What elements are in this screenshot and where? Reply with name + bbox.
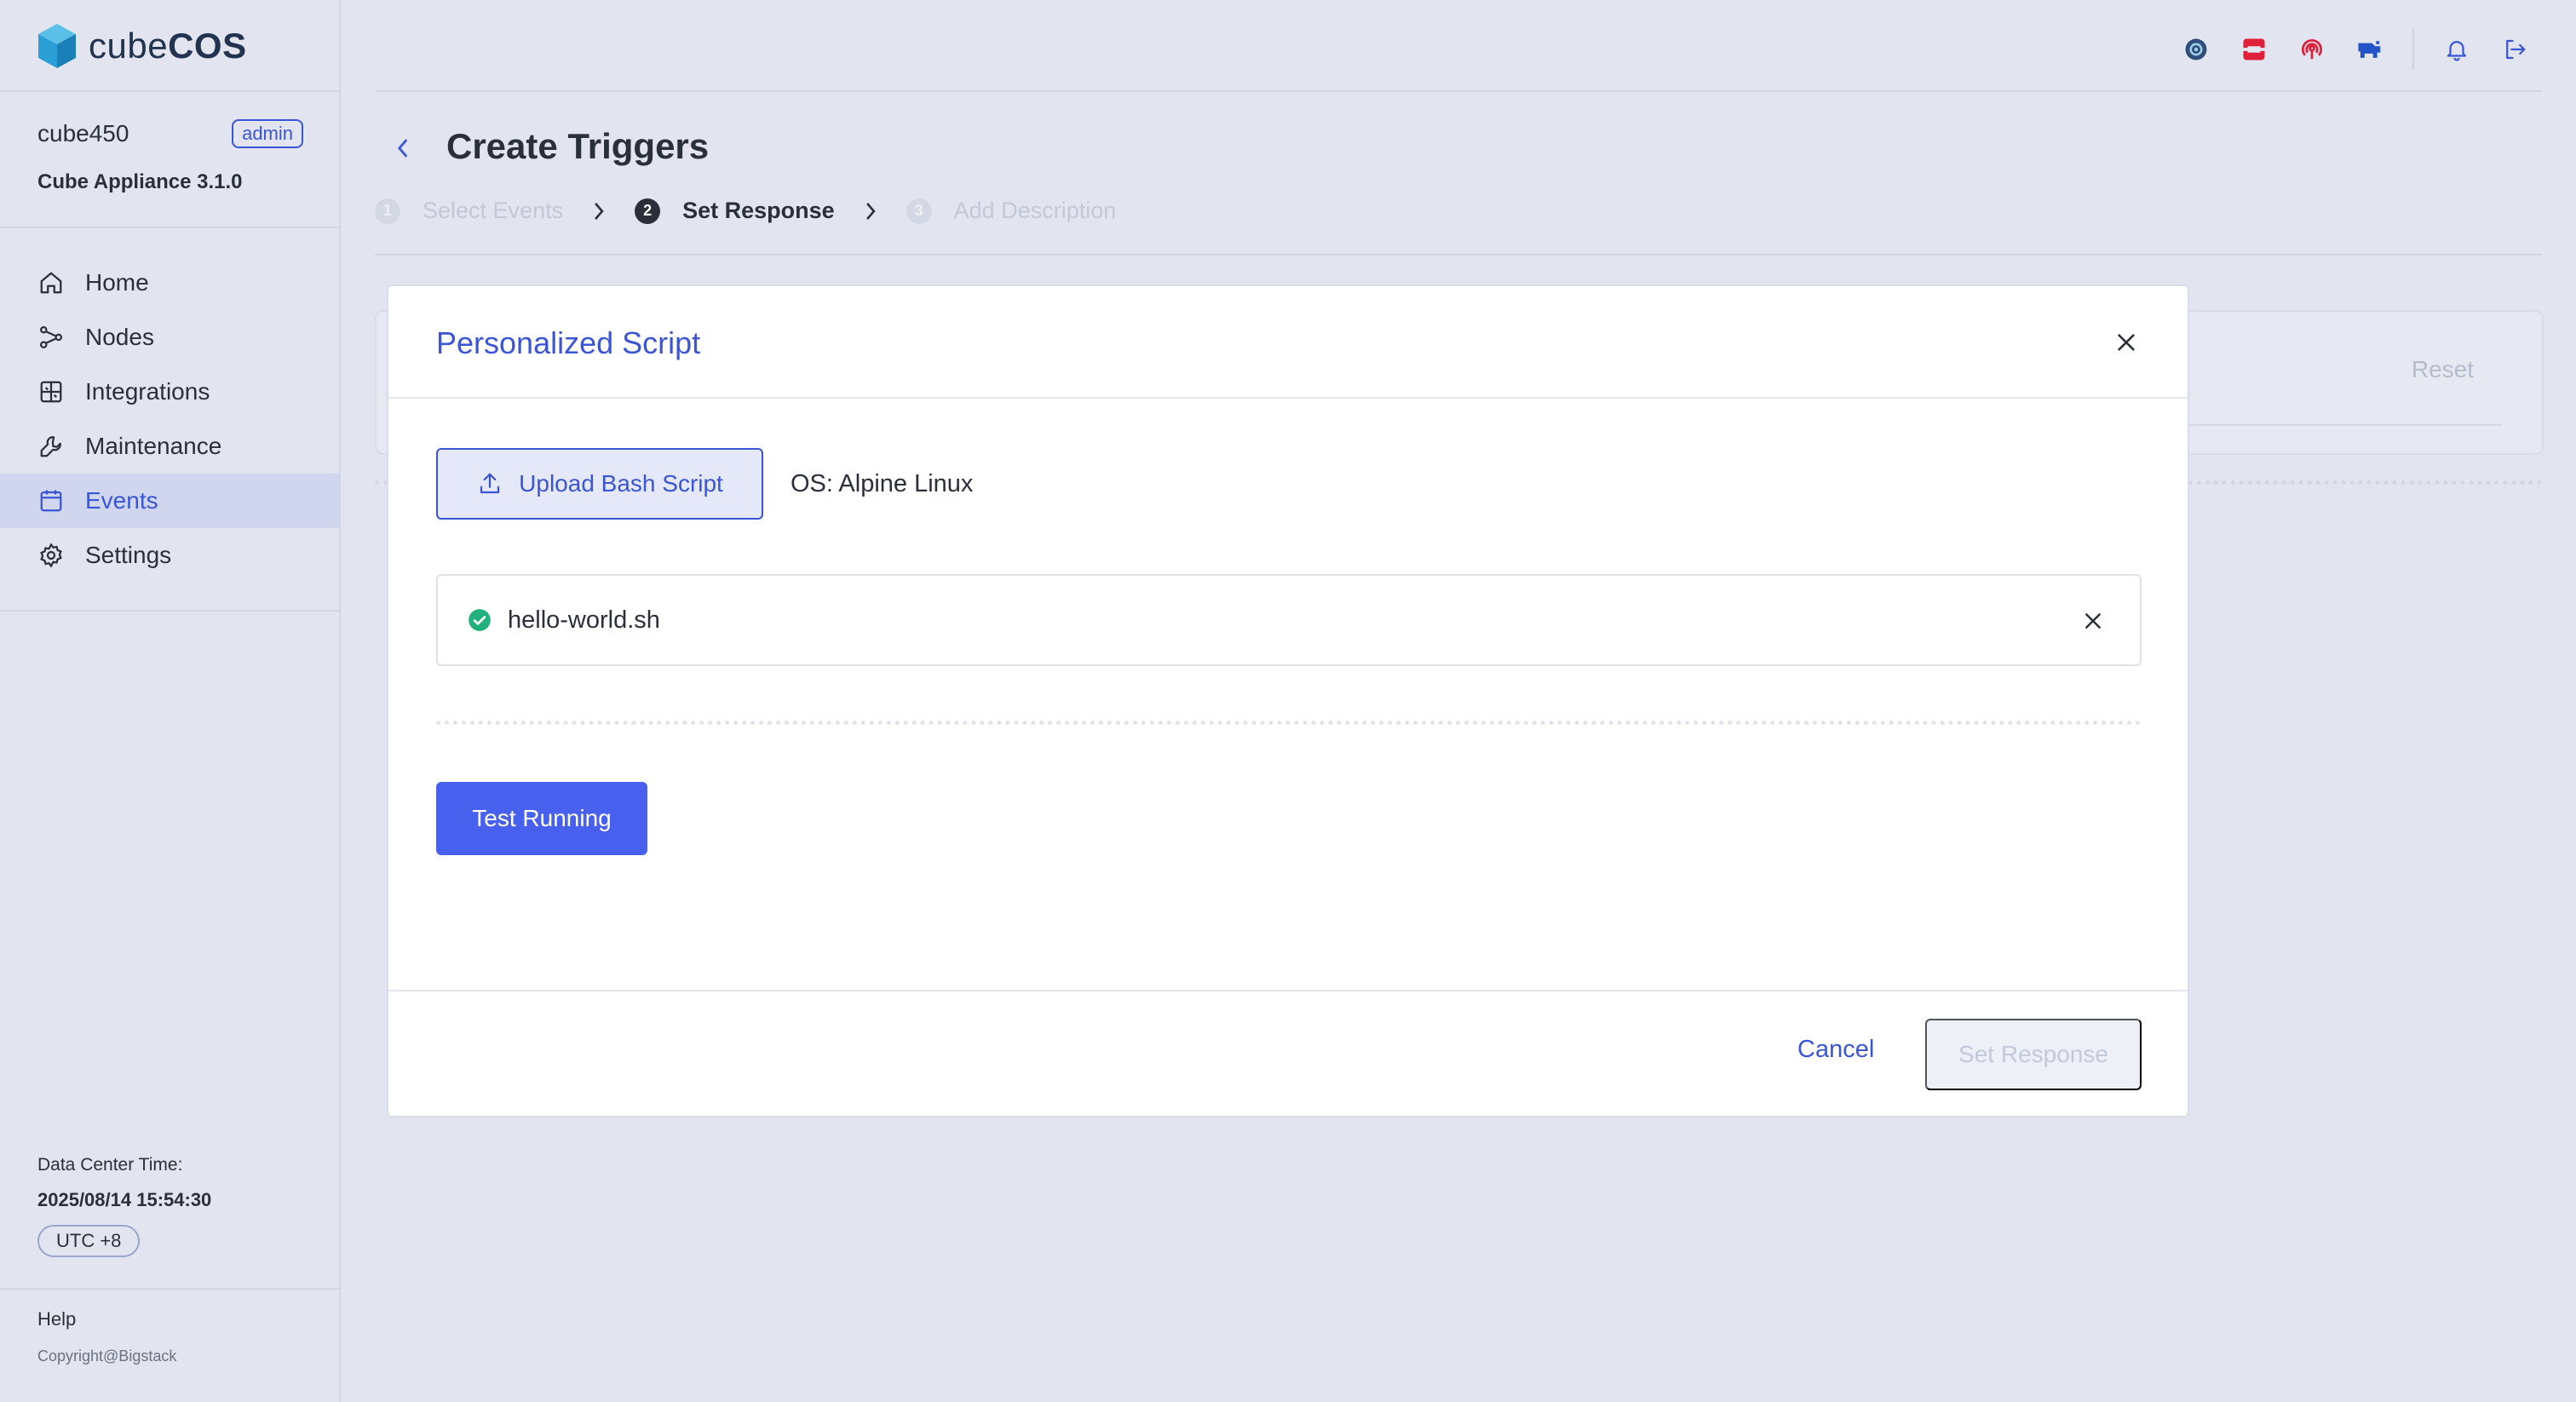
sidebar-item-label: Integrations bbox=[85, 378, 210, 405]
page-title: Create Triggers bbox=[446, 126, 710, 166]
close-icon bbox=[2084, 612, 2102, 629]
sidebar-item-nodes[interactable]: Nodes bbox=[0, 310, 341, 365]
modal-footer-divider bbox=[388, 990, 2188, 991]
rancher-icon[interactable] bbox=[2355, 34, 2385, 65]
sidebar-item-settings[interactable]: Settings bbox=[0, 528, 341, 583]
calendar-icon bbox=[37, 487, 65, 514]
openstack-icon[interactable] bbox=[2239, 34, 2269, 65]
file-name: hello-world.sh bbox=[508, 606, 660, 634]
modal-header: Personalized Script bbox=[388, 286, 2188, 399]
home-icon bbox=[37, 269, 65, 296]
chevron-left-icon bbox=[397, 139, 408, 158]
remove-file-button[interactable] bbox=[2080, 608, 2106, 634]
topbar-separator bbox=[2412, 29, 2414, 70]
sidebar-item-label: Nodes bbox=[85, 324, 154, 350]
integrations-icon bbox=[37, 378, 65, 405]
sidebar-divider bbox=[0, 227, 341, 228]
step-label: Select Events bbox=[423, 198, 564, 223]
step-number: 1 bbox=[375, 198, 400, 224]
chevron-right-icon bbox=[864, 200, 877, 222]
step-add-description[interactable]: 3 Add Description bbox=[906, 198, 1117, 224]
sidebar-item-events[interactable]: Events bbox=[0, 474, 341, 528]
personalized-script-modal: Personalized Script Upload Bash Script O… bbox=[387, 284, 2189, 1118]
step-number: 3 bbox=[906, 198, 932, 224]
check-circle-icon bbox=[467, 607, 492, 633]
set-response-button[interactable]: Set Response bbox=[1925, 1019, 2142, 1090]
ceph-icon[interactable] bbox=[2181, 34, 2211, 65]
topbar-divider bbox=[375, 90, 2542, 92]
back-button[interactable] bbox=[390, 131, 416, 165]
step-select-events[interactable]: 1 Select Events bbox=[375, 198, 563, 224]
upload-bash-script-button[interactable]: Upload Bash Script bbox=[436, 448, 763, 520]
brand-name: cubeCOS bbox=[89, 26, 247, 66]
sidebar-item-label: Events bbox=[85, 487, 158, 514]
uploaded-file-row: hello-world.sh bbox=[436, 574, 2142, 666]
sidebar-item-home[interactable]: Home bbox=[0, 256, 341, 310]
timezone-badge[interactable]: UTC +8 bbox=[37, 1225, 141, 1257]
sidebar-divider bbox=[0, 610, 341, 612]
sidebar-footer: Help Copyright@Bigstack bbox=[37, 1308, 176, 1365]
user-name: cube450 bbox=[37, 120, 129, 147]
sidebar-item-integrations[interactable]: Integrations bbox=[0, 365, 341, 419]
podcast-icon[interactable] bbox=[2297, 34, 2327, 65]
app-root: cubeCOS cube450 admin Cube Appliance 3.1… bbox=[0, 0, 2576, 1402]
header-divider bbox=[375, 254, 2542, 256]
os-label: OS: Alpine Linux bbox=[791, 470, 974, 497]
step-label: Set Response bbox=[682, 198, 835, 223]
reset-button[interactable]: Reset bbox=[2412, 356, 2474, 383]
close-button[interactable] bbox=[2113, 329, 2140, 356]
stepper: 1 Select Events 2 Set Response 3 Add Des… bbox=[375, 198, 1116, 224]
sidebar-nav: Home Nodes Integrations Maintenance Even… bbox=[0, 256, 341, 583]
dotted-divider bbox=[436, 721, 2142, 725]
logout-icon[interactable] bbox=[2499, 34, 2530, 65]
cancel-button[interactable]: Cancel bbox=[1797, 1036, 1874, 1064]
modal-title: Personalized Script bbox=[436, 325, 701, 360]
upload-label: Upload Bash Script bbox=[519, 470, 723, 497]
sidebar-item-label: Home bbox=[85, 269, 149, 296]
step-number: 2 bbox=[635, 198, 661, 224]
sidebar-divider bbox=[0, 1288, 341, 1290]
sidebar-item-label: Maintenance bbox=[85, 433, 222, 459]
chevron-right-icon bbox=[592, 200, 606, 222]
cube-logo-icon bbox=[38, 24, 76, 68]
close-icon bbox=[2117, 333, 2136, 352]
step-label: Add Description bbox=[953, 198, 1117, 223]
logo[interactable]: cubeCOS bbox=[36, 22, 247, 70]
sidebar: cubeCOS cube450 admin Cube Appliance 3.1… bbox=[0, 0, 341, 1402]
sidebar-item-label: Settings bbox=[85, 542, 172, 568]
bell-icon[interactable] bbox=[2441, 34, 2472, 65]
help-link[interactable]: Help bbox=[37, 1308, 176, 1330]
sidebar-divider bbox=[0, 90, 341, 92]
copyright: Copyright@Bigstack bbox=[37, 1347, 177, 1365]
test-running-button[interactable]: Test Running bbox=[436, 782, 647, 855]
dc-time-value: 2025/08/14 15:54:30 bbox=[37, 1189, 212, 1210]
dc-time-label: Data Center Time: bbox=[37, 1155, 183, 1175]
step-set-response[interactable]: 2 Set Response bbox=[635, 198, 835, 224]
datacenter-time: Data Center Time: 2025/08/14 15:54:30 UT… bbox=[37, 1155, 211, 1257]
sidebar-item-maintenance[interactable]: Maintenance bbox=[0, 419, 341, 474]
nodes-icon bbox=[37, 324, 65, 351]
wrench-icon bbox=[37, 433, 65, 460]
user-block: cube450 admin Cube Appliance 3.1.0 bbox=[37, 119, 303, 194]
upload-icon bbox=[476, 470, 503, 497]
topbar-icons bbox=[2153, 29, 2530, 70]
appliance-version: Cube Appliance 3.1.0 bbox=[37, 170, 243, 193]
gear-icon bbox=[37, 542, 65, 569]
role-badge: admin bbox=[232, 119, 303, 148]
